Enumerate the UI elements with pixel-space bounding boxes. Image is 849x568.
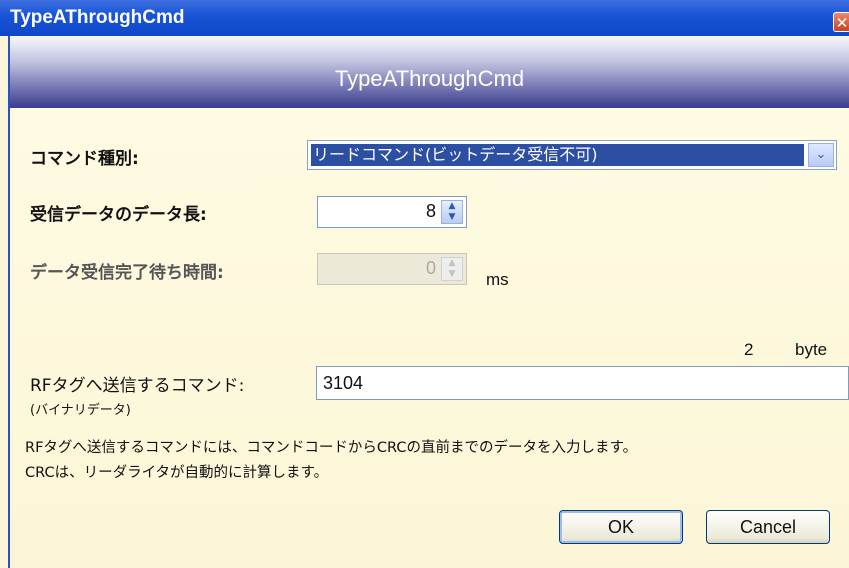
byte-count: 2 [744, 340, 754, 359]
command-sublabel: (バイナリデータ) [30, 403, 131, 418]
receive-length-stepper[interactable]: 8 ▲ ▼ [317, 196, 467, 228]
wait-time-unit: ms [486, 270, 509, 289]
command-type-label: コマンド種別: [30, 149, 139, 169]
byte-unit: byte [795, 340, 828, 359]
chevron-down-icon[interactable]: ⌄ [808, 143, 834, 167]
command-label: RFタグへ送信するコマンド: [30, 376, 245, 396]
close-icon[interactable]: ✕ [833, 12, 849, 32]
spin-arrows-icon[interactable]: ▲ ▼ [441, 200, 463, 224]
wait-time-value: 0 [425, 258, 436, 278]
window-title: TypeAThroughCmd [10, 7, 185, 28]
info-line-2: CRCは、リーダライタが自動的に計算します。 [25, 465, 329, 481]
receive-length-value: 8 [425, 201, 436, 221]
command-type-select[interactable]: リードコマンド(ビットデータ受信不可) ⌄ [307, 140, 837, 170]
title-bar[interactable]: TypeAThroughCmd ✕ [0, 0, 849, 36]
dialog-frame [8, 36, 849, 568]
wait-time-label: データ受信完了待ち時間: [30, 263, 224, 283]
cancel-button[interactable]: Cancel [706, 510, 830, 544]
command-type-selected: リードコマンド(ビットデータ受信不可) [311, 144, 804, 166]
receive-length-label: 受信データのデータ長: [30, 205, 207, 225]
command-input[interactable]: 3104 [316, 366, 849, 400]
ok-button[interactable]: OK [559, 510, 683, 544]
info-line-1: RFタグへ送信するコマンドには、コマンドコードからCRCの直前までのデータを入力… [25, 440, 638, 456]
wait-time-stepper[interactable]: 0 ▲ ▼ [317, 253, 467, 285]
spin-arrows-icon[interactable]: ▲ ▼ [441, 257, 463, 281]
